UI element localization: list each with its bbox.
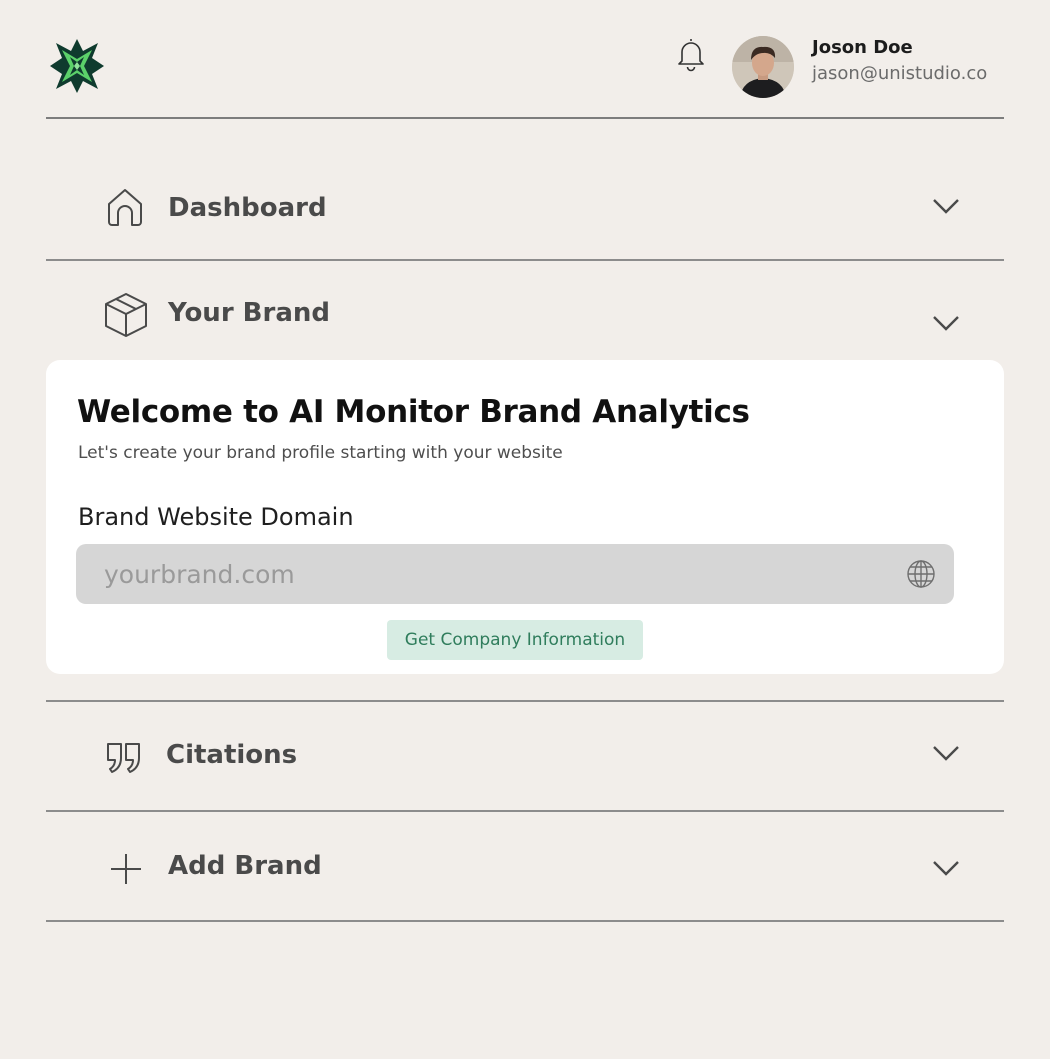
- nav-item-citations[interactable]: Citations: [46, 700, 1004, 813]
- plus-icon: [110, 853, 142, 885]
- nav-item-dashboard[interactable]: Dashboard: [46, 121, 1004, 262]
- nav-item-label: Your Brand: [168, 298, 330, 328]
- bell-icon[interactable]: [674, 36, 708, 72]
- domain-input-container: [76, 544, 954, 604]
- user-email: jason@unistudio.co: [812, 63, 988, 84]
- nav-item-label: Add Brand: [168, 851, 322, 881]
- card-subtitle: Let's create your brand profile starting…: [78, 443, 563, 463]
- nav-item-label: Citations: [166, 740, 298, 770]
- box-icon: [104, 292, 148, 338]
- chevron-down-icon[interactable]: [932, 859, 960, 877]
- divider: [46, 810, 1004, 812]
- avatar[interactable]: [732, 36, 794, 98]
- divider: [46, 700, 1004, 702]
- nav-item-add-brand[interactable]: Add Brand: [46, 813, 1004, 923]
- chevron-down-icon[interactable]: [932, 197, 960, 215]
- app-logo-icon[interactable]: [48, 37, 106, 95]
- chevron-down-icon[interactable]: [932, 744, 960, 762]
- chevron-down-icon[interactable]: [932, 314, 960, 332]
- home-icon: [106, 187, 144, 227]
- get-company-info-button[interactable]: Get Company Information: [387, 620, 643, 660]
- top-header: Joson Doe jason@unistudio.co: [46, 0, 1004, 119]
- globe-icon: [906, 559, 936, 589]
- user-name: Joson Doe: [812, 37, 913, 58]
- nav-item-label: Dashboard: [168, 193, 327, 223]
- domain-field-label: Brand Website Domain: [78, 503, 354, 531]
- divider: [46, 259, 1004, 261]
- divider: [46, 920, 1004, 922]
- domain-input[interactable]: [76, 544, 896, 604]
- brand-setup-card: Welcome to AI Monitor Brand Analytics Le…: [46, 360, 1004, 674]
- card-title: Welcome to AI Monitor Brand Analytics: [77, 394, 750, 430]
- quote-icon: [106, 742, 142, 774]
- nav-item-your-brand[interactable]: Your Brand: [46, 262, 1004, 360]
